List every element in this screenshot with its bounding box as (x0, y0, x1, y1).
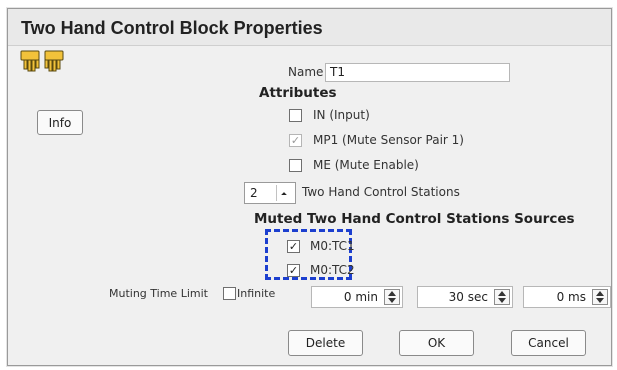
stations-combobox[interactable]: 2 (244, 182, 296, 204)
check-icon: ✓ (288, 264, 299, 277)
mp1-label: MP1 (Mute Sensor Pair 1) (313, 133, 464, 147)
spinner-arrows-icon[interactable] (592, 289, 608, 305)
spinner-arrows-icon[interactable] (384, 289, 400, 305)
in-input-checkbox[interactable] (289, 109, 302, 122)
mp1-checkbox[interactable]: ✓ (289, 134, 302, 147)
info-button[interactable]: Info (37, 110, 83, 135)
in-input-label: IN (Input) (313, 108, 370, 122)
seconds-value: 30 sec (448, 290, 488, 304)
title-bar: Two Hand Control Block Properties (8, 9, 611, 46)
m0-tc1-checkbox[interactable]: ✓ (287, 240, 300, 253)
delete-button[interactable]: Delete (288, 330, 363, 356)
ok-button[interactable]: OK (399, 330, 474, 356)
minutes-spinner[interactable]: 0 min (311, 286, 403, 308)
check-icon: ✓ (290, 134, 301, 147)
two-hands-icon (20, 50, 64, 72)
m0-tc2-label: M0:TC2 (310, 263, 355, 277)
muting-time-limit-label: Muting Time Limit (109, 287, 208, 300)
cancel-button[interactable]: Cancel (511, 330, 586, 356)
name-label: Name (288, 65, 324, 79)
infinite-checkbox[interactable] (223, 287, 236, 300)
dialog-title: Two Hand Control Block Properties (21, 18, 323, 38)
properties-dialog: Two Hand Control Block Properties Info N… (7, 8, 612, 366)
stations-value: 2 (250, 186, 258, 200)
milliseconds-value: 0 ms (556, 290, 586, 304)
me-checkbox[interactable] (289, 159, 302, 172)
stations-label: Two Hand Control Stations (302, 185, 460, 199)
name-input[interactable]: T1 (325, 63, 510, 82)
m0-tc1-label: M0:TC1 (310, 239, 355, 253)
muted-sources-heading: Muted Two Hand Control Stations Sources (254, 211, 575, 227)
me-label: ME (Mute Enable) (313, 158, 419, 172)
spinner-arrows-icon[interactable] (494, 289, 510, 305)
dialog-body: Info Name T1 Attributes IN (Input) ✓ MP1… (8, 46, 611, 365)
m0-tc2-checkbox[interactable]: ✓ (287, 264, 300, 277)
chevron-down-icon[interactable] (276, 185, 293, 201)
check-icon: ✓ (288, 240, 299, 253)
seconds-spinner[interactable]: 30 sec (417, 286, 513, 308)
minutes-value: 0 min (343, 290, 378, 304)
milliseconds-spinner[interactable]: 0 ms (523, 286, 611, 308)
attributes-heading: Attributes (259, 85, 337, 101)
infinite-label: Infinite (237, 287, 276, 300)
